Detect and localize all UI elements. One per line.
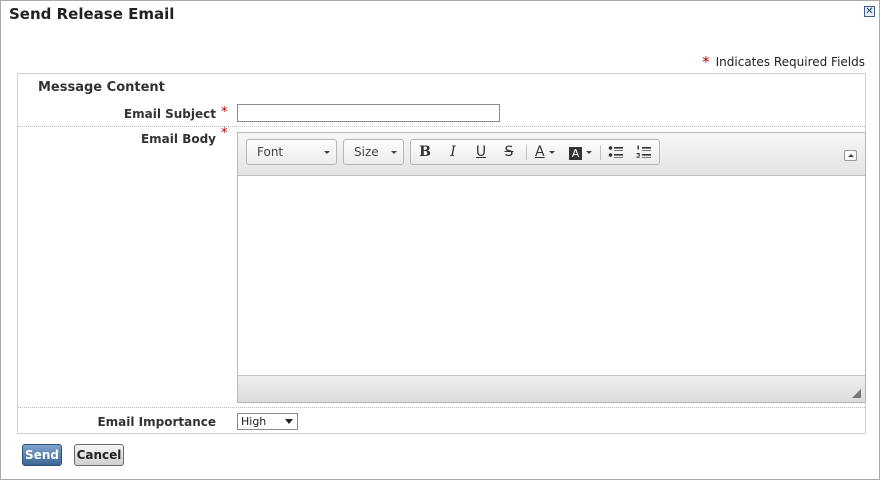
toolbar-separator <box>600 145 601 160</box>
section-title: Message Content <box>38 80 165 95</box>
background-color-glyph: A <box>569 147 582 160</box>
dialog-title: Send Release Email <box>9 5 175 23</box>
message-content-panel: Message Content Email Subject * Email Bo… <box>17 73 866 434</box>
required-marker: * <box>702 53 710 71</box>
editor-footer <box>238 375 865 402</box>
editor-toolbar: Font Size B I U S A A <box>238 133 865 176</box>
numbered-list-icon[interactable] <box>633 143 655 161</box>
format-button-group: B I U S A A <box>410 139 660 165</box>
chevron-down-icon <box>391 151 397 154</box>
background-color-icon[interactable]: A <box>565 143 595 161</box>
font-dropdown[interactable]: Font <box>246 139 337 165</box>
email-importance-value: High <box>241 415 267 428</box>
email-body-textarea[interactable] <box>238 176 865 375</box>
bold-icon[interactable]: B <box>414 143 436 161</box>
send-release-email-dialog: Send Release Email ✕ * Indicates Required… <box>0 0 880 480</box>
email-body-label: Email Body <box>140 132 216 146</box>
email-subject-required-marker: * <box>221 105 228 120</box>
email-subject-input[interactable] <box>237 104 500 122</box>
email-body-required-marker: * <box>221 126 228 141</box>
bulleted-list-icon[interactable] <box>605 143 627 161</box>
close-icon[interactable]: ✕ <box>864 6 875 17</box>
row-divider <box>18 407 865 408</box>
required-fields-note: * Indicates Required Fields <box>702 53 865 71</box>
text-color-glyph: A <box>535 144 545 160</box>
email-subject-label: Email Subject <box>123 107 216 121</box>
chevron-down-icon <box>285 419 293 424</box>
font-dropdown-label: Font <box>257 145 284 159</box>
email-importance-select[interactable]: High <box>237 413 298 430</box>
chevron-down-icon <box>324 151 330 154</box>
text-color-icon[interactable]: A <box>530 143 560 161</box>
chevron-down-icon <box>548 151 555 154</box>
chevron-down-icon <box>586 151 592 154</box>
underline-icon[interactable]: U <box>470 143 492 161</box>
email-body-editor: Font Size B I U S A A <box>237 132 866 403</box>
resize-grip-icon[interactable] <box>852 389 861 398</box>
italic-icon[interactable]: I <box>442 143 464 161</box>
required-note-text: Indicates Required Fields <box>715 55 865 69</box>
send-button[interactable]: Send <box>22 444 62 466</box>
size-dropdown-label: Size <box>354 145 379 159</box>
row-divider <box>18 126 865 127</box>
collapse-toolbar-icon[interactable] <box>844 150 857 161</box>
cancel-button[interactable]: Cancel <box>74 444 124 466</box>
toolbar-separator <box>526 145 527 160</box>
strikethrough-icon[interactable]: S <box>498 143 520 161</box>
email-importance-label: Email Importance <box>97 415 216 429</box>
size-dropdown[interactable]: Size <box>343 139 404 165</box>
